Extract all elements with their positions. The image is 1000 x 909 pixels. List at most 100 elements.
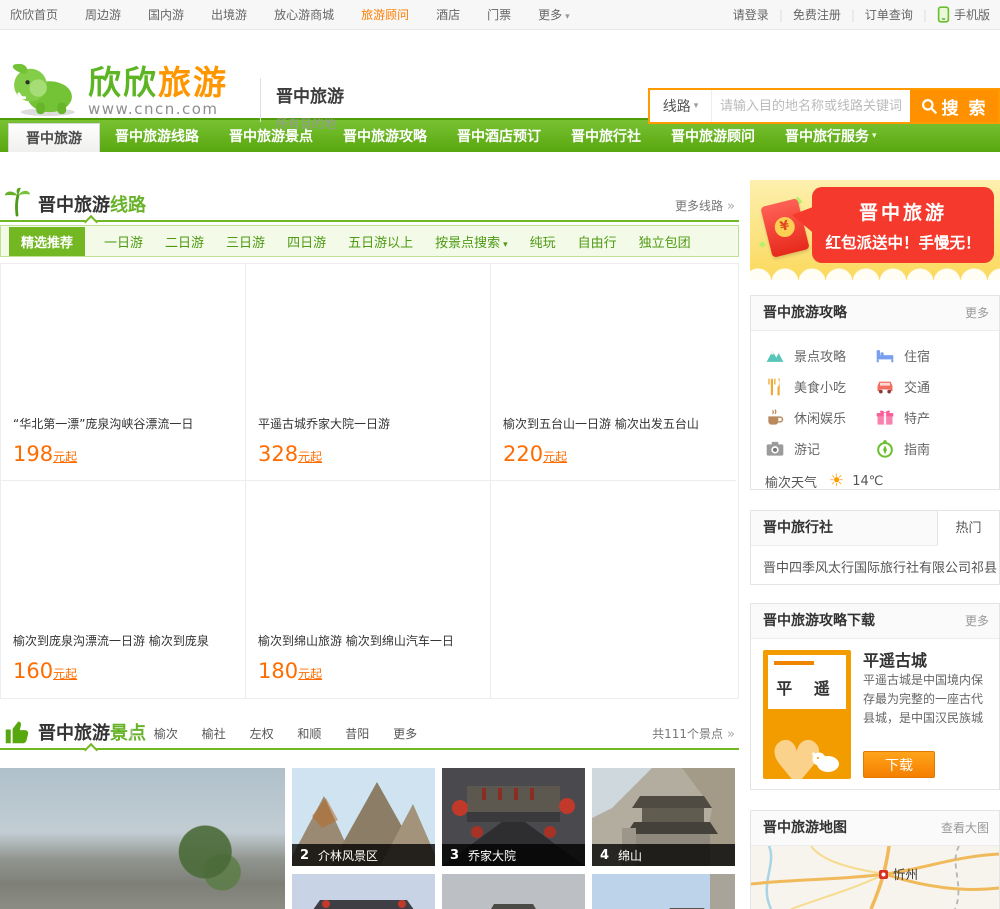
route-title: 平遥古城乔家大院一日游 xyxy=(258,417,391,431)
topbar-link-home[interactable]: 欣欣首页 xyxy=(10,6,58,23)
cover-panel: 平 遥 xyxy=(768,655,846,709)
search-button[interactable]: 搜 索 xyxy=(910,90,998,122)
route-card[interactable]: 榆次到绵山旅游 榆次到绵山汽车一日 180元起 xyxy=(246,481,491,698)
map-preview[interactable]: 忻州 xyxy=(750,845,1000,909)
search-category-select[interactable]: 线路 ▾ xyxy=(650,90,712,122)
guide-item-label: 美食小吃 xyxy=(794,381,847,396)
guide-item-guidebook[interactable]: 指南 xyxy=(875,433,985,464)
sun-icon: ☀ xyxy=(829,471,845,491)
elephant-logo[interactable] xyxy=(2,62,84,116)
tab-pure-play[interactable]: 纯玩 xyxy=(530,232,556,251)
download-button[interactable]: 下载 xyxy=(863,751,935,778)
more-routes-link[interactable]: 更多线路» xyxy=(675,197,735,214)
tab-4day[interactable]: 四日游 xyxy=(287,232,326,251)
guide-item-label: 休闲娱乐 xyxy=(794,412,847,427)
nav-services[interactable]: 晋中旅行服务 ▾ xyxy=(770,120,892,152)
topbar-link-hotel[interactable]: 酒店 xyxy=(436,6,460,23)
spot-link-xiyang[interactable]: 昔阳 xyxy=(345,727,369,741)
topbar-link-nearby[interactable]: 周边游 xyxy=(85,6,121,23)
agency-item-link[interactable]: 晋中四季风太行国际旅行社有限公司祁县 xyxy=(751,546,999,587)
order-query-link[interactable]: 订单查询 xyxy=(865,6,913,23)
routes-title-accent: 线路 xyxy=(110,195,146,216)
right-sidebar: 晋中旅游 红包派送中！手慢无！ 晋中旅游攻略 更多 景点攻略 住宿 美食小吃 xyxy=(750,180,1000,909)
register-link[interactable]: 免费注册 xyxy=(793,6,841,23)
spot-link-zuoquan[interactable]: 左权 xyxy=(250,727,274,741)
tab-5day-plus[interactable]: 五日游以上 xyxy=(348,232,413,251)
spot-link-heshun[interactable]: 和顺 xyxy=(297,727,321,741)
topbar-more-label: 更多 xyxy=(538,8,563,22)
nav-agency[interactable]: 晋中旅行社 xyxy=(556,120,656,152)
route-card[interactable]: 榆次到庞泉沟漂流一日游 榆次到庞泉 160元起 xyxy=(1,481,246,698)
nav-consultant[interactable]: 晋中旅游顾问 xyxy=(656,120,770,152)
nav-guide[interactable]: 晋中旅游攻略 xyxy=(328,120,442,152)
guide-item-lodging[interactable]: 住宿 xyxy=(875,340,985,371)
tab-by-spot[interactable]: 按景点搜索 ▾ xyxy=(435,232,508,251)
login-link[interactable]: 请登录 xyxy=(733,6,769,23)
topbar-link-more[interactable]: 更多 ▾ xyxy=(538,6,570,23)
spot-name: 绵山 xyxy=(618,848,643,863)
guide-item-specialty[interactable]: 特产 xyxy=(875,402,985,433)
spot-card[interactable]: 3 乔家大院 xyxy=(442,768,585,866)
tab-featured[interactable]: 精选推荐 xyxy=(9,226,86,256)
topbar-link-domestic[interactable]: 国内游 xyxy=(148,6,184,23)
spot-link-more[interactable]: 更多 xyxy=(393,727,417,741)
spot-photo-row2[interactable] xyxy=(442,874,585,909)
tab-1day[interactable]: 一日游 xyxy=(104,232,143,251)
more-routes-label: 更多线路 xyxy=(675,199,724,213)
mobile-version-link[interactable]: 手机版 xyxy=(937,6,990,23)
spot-card[interactable]: 4 绵山 xyxy=(592,768,735,866)
elephant-decoration xyxy=(812,752,839,772)
guide-more-link[interactable]: 更多 xyxy=(965,296,989,331)
spots-count-link[interactable]: 共111个景点» xyxy=(652,725,735,742)
nav-hotel[interactable]: 晋中酒店预订 xyxy=(442,120,556,152)
route-card[interactable]: 榆次到五台山一日游 榆次出发五台山 220元起 xyxy=(491,264,736,481)
download-box-header: 晋中旅游攻略下载 更多 xyxy=(751,604,999,639)
chevron-down-icon: ▾ xyxy=(565,12,570,22)
guide-item-label: 特产 xyxy=(904,412,931,427)
tab-3day[interactable]: 三日游 xyxy=(226,232,265,251)
spot-photo-row2[interactable] xyxy=(292,874,435,909)
tab-2day[interactable]: 二日游 xyxy=(165,232,204,251)
route-card[interactable]: “华北第一漂”庞泉沟峡谷漂流一日 198元起 xyxy=(1,264,246,481)
guide-item-spots[interactable]: 景点攻略 xyxy=(765,340,875,371)
nav-jinzhong-home[interactable]: 晋中旅游 xyxy=(8,123,100,152)
logo-text[interactable]: 欣欣旅游 www.cncn.com xyxy=(88,66,228,118)
spot-photo-row2[interactable] xyxy=(592,874,735,909)
view-large-map-link[interactable]: 查看大图 xyxy=(941,811,989,846)
guide-item-leisure[interactable]: 休闲娱乐 xyxy=(765,402,875,433)
agency-box: 晋中旅行社 热门 晋中四季风太行国际旅行社有限公司祁县 xyxy=(750,510,1000,585)
route-card[interactable]: 平遥古城乔家大院一日游 328元起 xyxy=(246,264,491,481)
spot-link-yuci[interactable]: 榆次 xyxy=(154,727,178,741)
guide-item-transport[interactable]: 交通 xyxy=(875,371,985,402)
spot-link-yushe[interactable]: 榆社 xyxy=(202,727,226,741)
guide-item-travelogue[interactable]: 游记 xyxy=(765,433,875,464)
download-more-link[interactable]: 更多 xyxy=(965,604,989,639)
guide-item-label: 住宿 xyxy=(904,350,931,365)
red-packet-banner[interactable]: 晋中旅游 红包派送中！手慢无！ xyxy=(750,180,1000,280)
topbar-link-outbound[interactable]: 出境游 xyxy=(211,6,247,23)
double-arrow-icon: » xyxy=(727,727,735,742)
coffee-icon xyxy=(768,408,784,425)
nav-routes[interactable]: 晋中旅游线路 xyxy=(100,120,214,152)
topbar-link-mall[interactable]: 放心游商城 xyxy=(274,6,334,23)
topbar-link-ticket[interactable]: 门票 xyxy=(487,6,511,23)
route-price: 220元起 xyxy=(503,442,567,466)
agency-hot-tab[interactable]: 热门 xyxy=(937,511,999,546)
all-destinations-link[interactable]: 所有目的地 xyxy=(276,115,344,132)
topbar-link-consultant[interactable]: 旅游顾问 xyxy=(361,6,409,23)
tab-free-travel[interactable]: 自由行 xyxy=(578,232,617,251)
routes-filter-tabs: 精选推荐 一日游 二日游 三日游 四日游 五日游以上 按景点搜索 ▾ 纯玩 自由行… xyxy=(0,225,739,257)
search-input[interactable] xyxy=(712,90,910,122)
guidebook-cover[interactable]: 平 遥 ♥ xyxy=(763,650,851,779)
tab-private-group[interactable]: 独立包团 xyxy=(639,232,691,251)
spot-label: 4 绵山 xyxy=(592,844,735,866)
search-icon xyxy=(921,98,937,114)
spot-card[interactable]: 2 介林风景区 xyxy=(292,768,435,866)
main-content: 晋中旅游线路 更多线路» 精选推荐 一日游 二日游 三日游 四日游 五日游以上 … xyxy=(0,180,739,909)
spots-photo-area: 2 介林风景区 3 乔家大院 4 绵山 xyxy=(0,768,739,909)
spot-photo-ancient-town[interactable] xyxy=(0,768,285,909)
spot-rank: 2 xyxy=(300,847,310,863)
map-box: 晋中旅游地图 查看大图 忻州 xyxy=(750,810,1000,909)
guide-item-food[interactable]: 美食小吃 xyxy=(765,371,875,402)
price-number: 198 xyxy=(13,442,54,466)
